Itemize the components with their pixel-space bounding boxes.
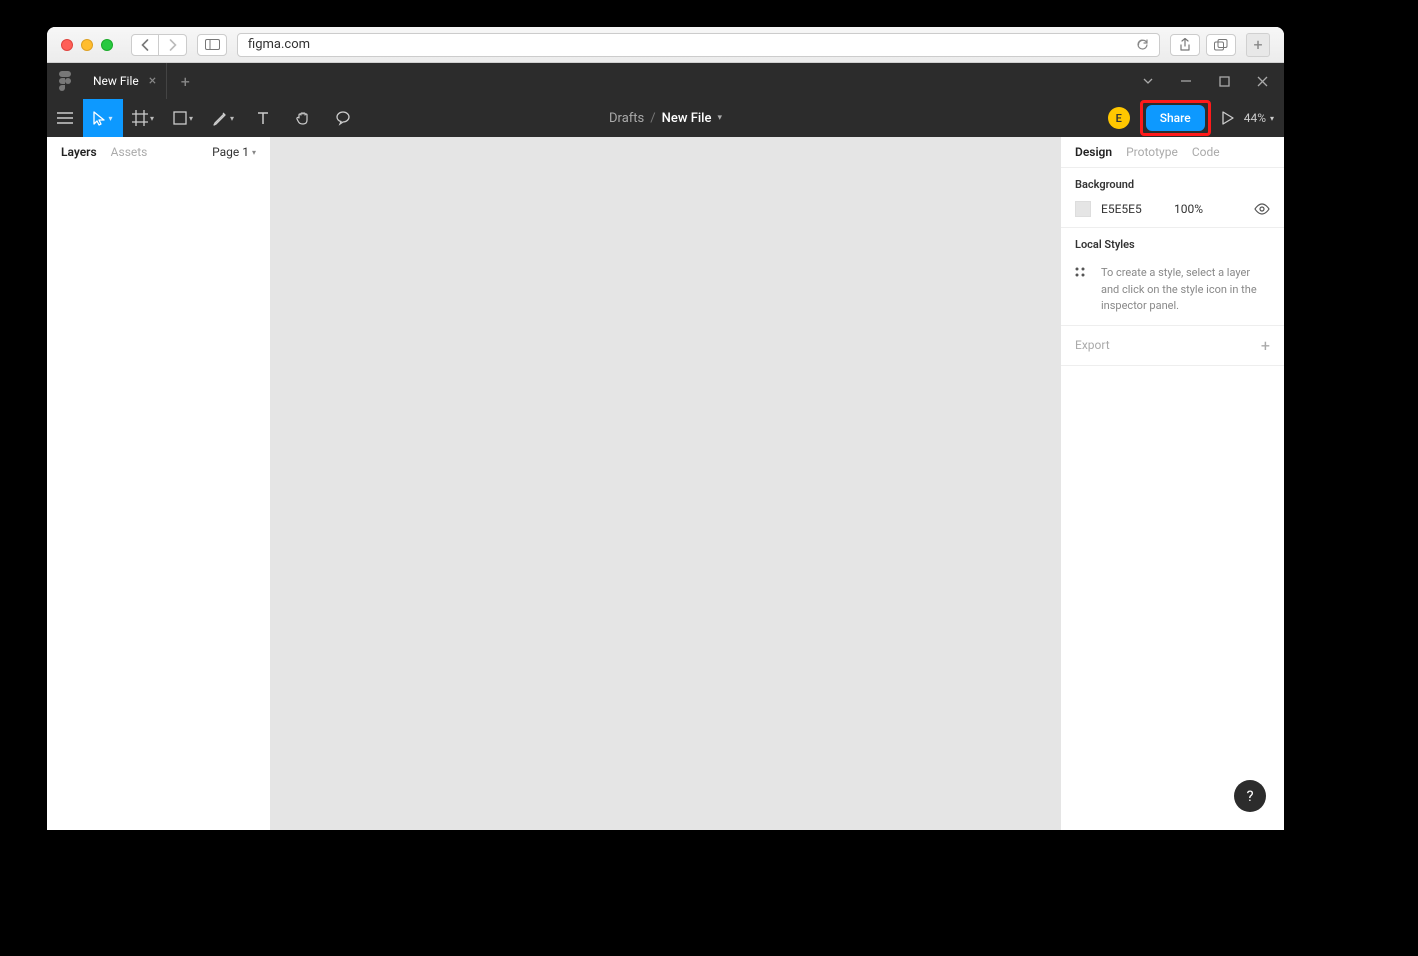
hand-tool[interactable] [283, 99, 323, 137]
file-tab[interactable]: New File × [83, 63, 167, 99]
share-button[interactable]: Share [1146, 105, 1205, 131]
filename-chevron-icon[interactable]: ▾ [717, 113, 722, 123]
background-hex[interactable]: E5E5E5 [1101, 202, 1156, 216]
tab-layers[interactable]: Layers [61, 145, 97, 159]
main-area: Layers Assets Page 1 ▾ Design Prototype … [47, 137, 1284, 830]
background-opacity[interactable]: 100% [1174, 202, 1203, 216]
zoom-control[interactable]: 44% ▾ [1244, 111, 1274, 125]
pen-tool[interactable]: ▾ [203, 99, 243, 137]
zoom-value: 44% [1244, 111, 1266, 125]
new-tab-button[interactable]: + [1246, 33, 1270, 57]
frame-tool[interactable]: ▾ [123, 99, 163, 137]
close-tab-icon[interactable]: × [149, 73, 156, 89]
share-browser-button[interactable] [1170, 34, 1200, 56]
background-swatch[interactable] [1075, 201, 1091, 217]
background-row: E5E5E5 100% [1075, 201, 1270, 217]
forward-button[interactable] [159, 34, 187, 56]
move-tool[interactable]: ▾ [83, 99, 123, 137]
browser-chrome: figma.com + [47, 27, 1284, 63]
comment-tool[interactable] [323, 99, 363, 137]
canvas[interactable] [271, 137, 1060, 830]
tab-prototype[interactable]: Prototype [1126, 145, 1178, 159]
local-styles-section: Local Styles To create a style, select a… [1061, 228, 1284, 326]
breadcrumb-separator: / [650, 111, 655, 126]
left-panel: Layers Assets Page 1 ▾ [47, 137, 271, 830]
breadcrumb-drafts[interactable]: Drafts [609, 111, 644, 126]
page-label: Page 1 [212, 145, 249, 159]
sidebar-toggle-button[interactable] [197, 34, 227, 56]
visibility-toggle-icon[interactable] [1254, 203, 1270, 215]
url-text: figma.com [248, 37, 310, 52]
export-label: Export [1075, 338, 1110, 352]
maximize-window-button[interactable] [101, 39, 113, 51]
tab-assets[interactable]: Assets [111, 145, 148, 159]
tabs-browser-button[interactable] [1206, 34, 1236, 56]
browser-window: figma.com + New File × + [47, 27, 1284, 830]
close-window-button[interactable] [61, 39, 73, 51]
share-button-highlight: Share [1140, 100, 1211, 136]
user-avatar[interactable]: E [1108, 107, 1130, 129]
background-title: Background [1075, 178, 1270, 191]
back-button[interactable] [131, 34, 159, 56]
right-panel: Design Prototype Code Background E5E5E5 … [1060, 137, 1284, 830]
export-section: Export + [1061, 326, 1284, 366]
styles-grid-icon [1075, 267, 1089, 279]
tab-design[interactable]: Design [1075, 145, 1112, 159]
close-icon[interactable] [1252, 71, 1272, 91]
file-tab-label: New File [93, 74, 139, 88]
maximize-icon[interactable] [1214, 71, 1234, 91]
figma-logo-icon[interactable] [47, 63, 83, 99]
chevron-down-icon[interactable] [1138, 71, 1158, 91]
app-tab-bar: New File × + [47, 63, 1284, 99]
background-section: Background E5E5E5 100% [1061, 168, 1284, 228]
page-chevron-icon: ▾ [252, 148, 256, 157]
toolbar: ▾ ▾ ▾ ▾ Drafts / New File ▾ [47, 99, 1284, 137]
browser-right-buttons [1170, 34, 1236, 56]
zoom-chevron-icon: ▾ [1270, 114, 1274, 123]
tab-code[interactable]: Code [1192, 145, 1220, 159]
nav-button-group [131, 34, 187, 56]
page-selector[interactable]: Page 1 ▾ [212, 145, 256, 159]
traffic-lights [61, 39, 113, 51]
toolbar-right: E Share 44% ▾ [1108, 100, 1284, 136]
main-menu-button[interactable] [47, 99, 83, 137]
breadcrumb-filename[interactable]: New File [662, 111, 712, 126]
minimize-window-button[interactable] [81, 39, 93, 51]
add-export-button[interactable]: + [1261, 336, 1270, 355]
left-panel-tabs: Layers Assets Page 1 ▾ [47, 137, 270, 167]
local-styles-hint: To create a style, select a layer and cl… [1101, 265, 1270, 315]
breadcrumb: Drafts / New File ▾ [609, 111, 722, 126]
minimize-icon[interactable] [1176, 71, 1196, 91]
window-controls [1138, 71, 1284, 91]
present-button[interactable] [1221, 111, 1234, 125]
shape-tool[interactable]: ▾ [163, 99, 203, 137]
help-button[interactable]: ? [1234, 780, 1266, 812]
address-bar[interactable]: figma.com [237, 33, 1160, 57]
reload-icon[interactable] [1136, 38, 1149, 51]
new-file-tab-button[interactable]: + [167, 72, 203, 91]
right-panel-tabs: Design Prototype Code [1061, 137, 1284, 168]
local-styles-title: Local Styles [1075, 238, 1270, 251]
text-tool[interactable] [243, 99, 283, 137]
